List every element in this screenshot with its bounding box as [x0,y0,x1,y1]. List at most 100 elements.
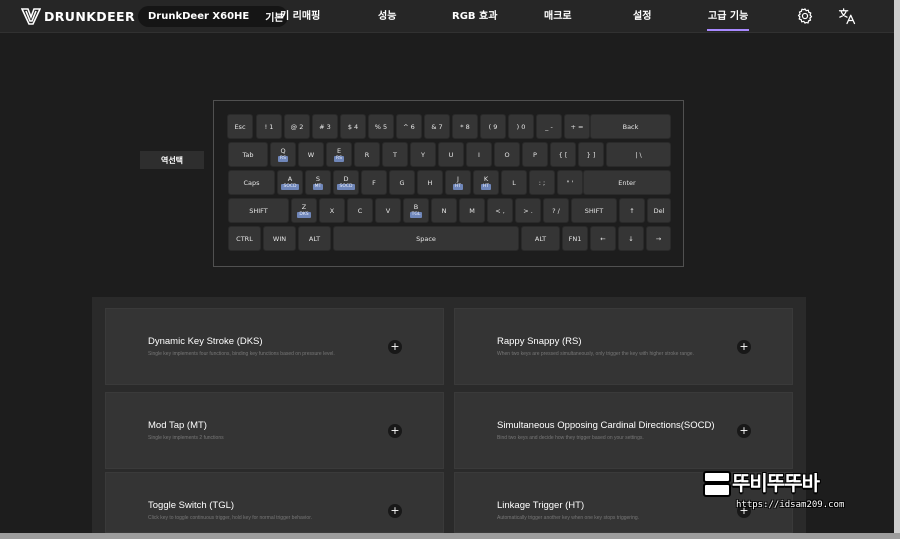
key-2-1[interactable]: A SOCD [277,170,303,195]
key-1-10[interactable]: P [522,142,548,167]
add-rs-button[interactable]: + [737,340,751,354]
key-2-9[interactable]: L [501,170,527,195]
key-1-6[interactable]: Y [410,142,436,167]
key-4-5[interactable]: FN1 [562,226,588,251]
key-0-8[interactable]: * 8 [452,114,478,139]
key-label: V [385,206,391,215]
gear-icon[interactable] [796,7,814,25]
key-4-4[interactable]: ALT [521,226,560,251]
tab-performance[interactable]: 성능 [378,0,396,33]
key-4-3[interactable]: Space [333,226,519,251]
key-3-11[interactable]: SHIFT [571,198,617,223]
key-0-11[interactable]: _ - [536,114,562,139]
key-3-5[interactable]: B TGL [403,198,429,223]
key-2-12[interactable]: Enter [583,170,671,195]
key-2-0[interactable]: Caps [228,170,275,195]
key-label: K [483,175,489,183]
key-2-6[interactable]: H [417,170,443,195]
key-4-6[interactable]: ← [590,226,616,251]
key-0-1[interactable]: ! 1 [256,114,282,139]
feature-card-tgl[interactable]: Toggle Switch (TGL) Click key to toggle … [105,472,444,533]
key-2-4[interactable]: F [361,170,387,195]
key-0-10[interactable]: ) 0 [508,114,534,139]
key-label: ↓ [628,234,634,243]
key-2-5[interactable]: G [389,170,415,195]
key-0-0[interactable]: Esc [227,114,253,139]
key-1-1[interactable]: Q RS [270,142,296,167]
feature-card-rs[interactable]: Rappy Snappy (RS) When two keys are pres… [454,308,793,385]
add-dks-button[interactable]: + [388,340,402,354]
key-0-7[interactable]: & 7 [424,114,450,139]
horizontal-scrollbar[interactable] [0,533,900,539]
key-2-7[interactable]: J HT [445,170,471,195]
key-3-13[interactable]: Del [647,198,671,223]
add-mt-button[interactable]: + [388,424,402,438]
key-1-3[interactable]: E RS [326,142,352,167]
key-1-11[interactable]: { [ [550,142,576,167]
key-feature-tag: HT [452,184,464,190]
invert-selection-button[interactable]: 역선택 [140,151,204,169]
key-0-12[interactable]: + = [564,114,590,139]
key-0-13[interactable]: Back [590,114,671,139]
key-2-11[interactable]: " ' [557,170,583,195]
key-1-4[interactable]: R [354,142,380,167]
key-2-10[interactable]: : ; [529,170,555,195]
key-1-12[interactable]: } ] [578,142,604,167]
key-4-7[interactable]: ↓ [618,226,644,251]
tab-key-remap[interactable]: 키 리매핑 [280,0,320,33]
key-4-2[interactable]: ALT [298,226,331,251]
key-4-0[interactable]: CTRL [228,226,261,251]
key-3-6[interactable]: N [431,198,457,223]
key-1-9[interactable]: O [494,142,520,167]
key-3-9[interactable]: > . [515,198,541,223]
key-2-3[interactable]: D SOCD [333,170,359,195]
key-4-1[interactable]: WIN [263,226,296,251]
key-3-12[interactable]: ↑ [619,198,645,223]
key-feature-tag: RS [278,156,288,162]
key-3-0[interactable]: SHIFT [228,198,289,223]
key-4-8[interactable]: → [646,226,671,251]
key-0-9[interactable]: ( 9 [480,114,506,139]
feature-card-dks[interactable]: Dynamic Key Stroke (DKS) Single key impl… [105,308,444,385]
feature-card-socd[interactable]: Simultaneous Opposing Cardinal Direction… [454,392,793,469]
add-socd-button[interactable]: + [737,424,751,438]
tab-advanced-features[interactable]: 고급 기능 [706,0,750,33]
key-3-7[interactable]: M [459,198,485,223]
key-1-0[interactable]: Tab [228,142,268,167]
device-selector[interactable]: DrunkDeer X60HE 기본 모드 [138,6,288,27]
key-3-4[interactable]: V [375,198,401,223]
feature-title: Linkage Trigger (HT) [497,500,585,511]
key-label: } ] [586,150,596,159]
add-tgl-button[interactable]: + [388,504,402,518]
brand-logo[interactable]: DRUNKDEER [21,8,135,25]
key-0-5[interactable]: % 5 [368,114,394,139]
key-0-2[interactable]: @ 2 [284,114,310,139]
feature-card-mt[interactable]: Mod Tap (MT) Single key implements 2 fun… [105,392,444,469]
key-label: X [329,206,335,215]
key-label: | \ [635,150,642,159]
tab-settings[interactable]: 설정 [633,0,651,33]
device-name: DrunkDeer X60HE [148,11,250,22]
window-scrollbar[interactable] [894,0,900,539]
key-2-2[interactable]: S MT [305,170,331,195]
key-0-4[interactable]: $ 4 [340,114,366,139]
tab-macro[interactable]: 매크로 [544,0,572,33]
key-feature-tag: TGL [409,212,423,218]
key-3-2[interactable]: X [319,198,345,223]
key-label: ↑ [629,206,635,215]
key-1-13[interactable]: | \ [606,142,671,167]
key-3-3[interactable]: C [347,198,373,223]
key-0-3[interactable]: # 3 [312,114,338,139]
key-0-6[interactable]: ^ 6 [396,114,422,139]
key-1-2[interactable]: W [298,142,324,167]
key-2-8[interactable]: K HT [473,170,499,195]
key-1-5[interactable]: T [382,142,408,167]
key-3-10[interactable]: ? / [543,198,569,223]
key-3-1[interactable]: Z DKS [291,198,317,223]
key-1-7[interactable]: U [438,142,464,167]
translate-icon[interactable] [838,7,856,25]
tab-rgb-effects[interactable]: RGB 효과 [452,0,497,33]
key-1-8[interactable]: I [466,142,492,167]
key-3-8[interactable]: < , [487,198,513,223]
key-label: M [469,206,475,215]
